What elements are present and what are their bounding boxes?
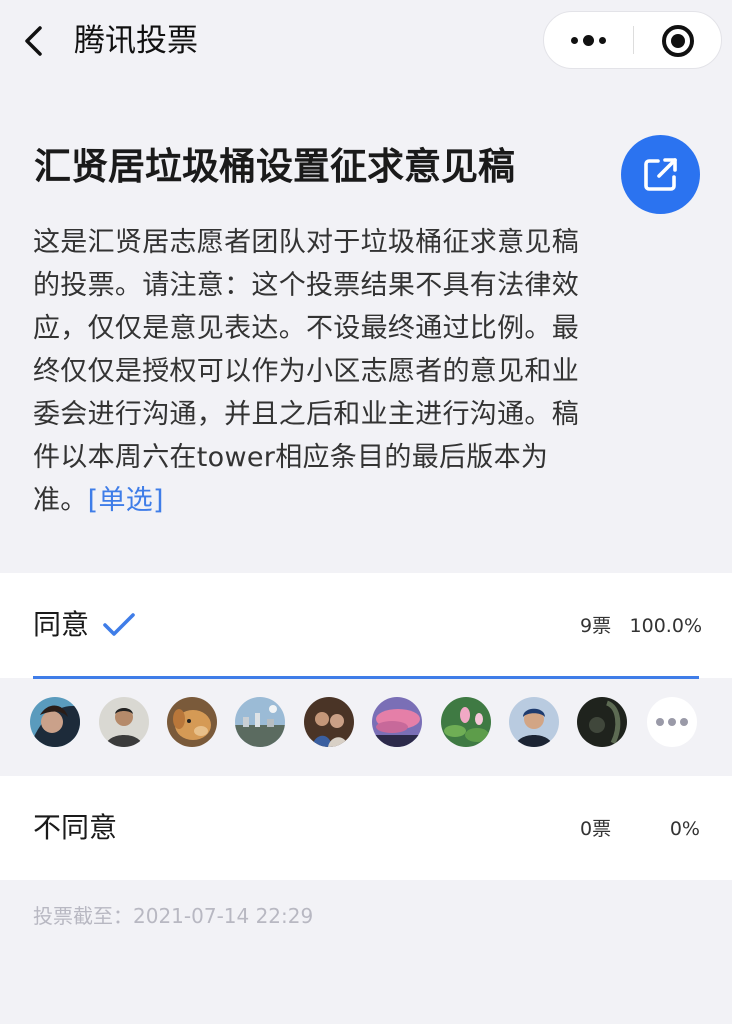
share-button[interactable] [621, 135, 700, 214]
more-dots-icon [571, 37, 578, 44]
option-percent: 100.0% [629, 615, 702, 637]
more-horizontal-icon-center [668, 718, 676, 726]
voter-avatar[interactable] [441, 697, 491, 747]
more-voters-button[interactable] [647, 697, 697, 747]
back-button[interactable] [14, 20, 54, 62]
voter-avatar[interactable] [99, 697, 149, 747]
option-disagree[interactable]: 不同意 0票 0% [0, 776, 732, 880]
miniprogram-close-icon-core [671, 34, 685, 48]
option-label: 不同意 [33, 811, 118, 844]
option-label: 同意 [33, 608, 90, 641]
more-horizontal-icon-right [680, 718, 688, 726]
checkmark-icon [103, 613, 135, 636]
poll-title: 汇贤居垃圾桶设置征求意见稿 [34, 145, 515, 188]
vote-deadline: 投票截至：2021-07-14 22:29 [33, 904, 314, 928]
more-dots-icon-center [583, 35, 594, 46]
more-menu-button[interactable] [544, 12, 633, 68]
voter-avatar[interactable] [167, 697, 217, 747]
poll-description-text: 这是汇贤居志愿者团队对于垃圾桶征求意见稿的投票。请注意：这个投票结果不具有法律效… [33, 227, 579, 516]
poll-type-label: [单选] [87, 485, 164, 516]
option-agree[interactable]: 同意 9票 100.0% [0, 573, 732, 678]
voter-avatar[interactable] [372, 697, 422, 747]
voter-avatar[interactable] [304, 697, 354, 747]
share-external-icon [644, 158, 677, 191]
option-vote-count: 0票 [580, 818, 612, 840]
voter-avatar-row [0, 679, 732, 776]
more-horizontal-icon [656, 718, 664, 726]
voter-avatar[interactable] [30, 697, 80, 747]
more-dots-icon-right [599, 37, 606, 44]
poll-description: 这是汇贤居志愿者团队对于垃圾桶征求意见稿的投票。请注意：这个投票结果不具有法律效… [33, 221, 599, 522]
option-vote-count: 9票 [580, 615, 612, 637]
nav-title: 腾讯投票 [74, 23, 198, 59]
chevron-left-icon [25, 26, 42, 56]
miniprogram-capsule [543, 11, 722, 69]
voter-avatar[interactable] [509, 697, 559, 747]
voter-avatar[interactable] [577, 697, 627, 747]
voter-avatar[interactable] [235, 697, 285, 747]
option-percent: 0% [669, 818, 700, 840]
navigation-bar: 腾讯投票 [0, 0, 732, 84]
close-miniprogram-button[interactable] [634, 12, 722, 68]
